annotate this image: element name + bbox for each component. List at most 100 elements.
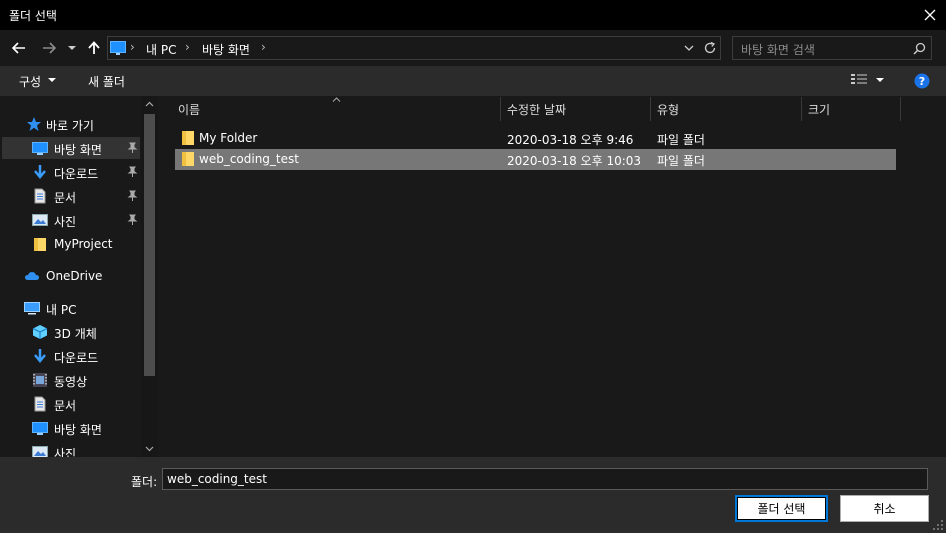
nav-scrollbar-thumb[interactable] [144, 114, 155, 376]
search-icon [913, 42, 926, 55]
nav-onedrive[interactable]: OneDrive [2, 265, 140, 287]
column-divider[interactable] [801, 97, 802, 121]
nav-label: 사진 [54, 215, 77, 229]
nav-label: MyProject [54, 237, 113, 251]
nav-item-myproject[interactable]: MyProject [2, 233, 140, 255]
address-bar[interactable]: › 내 PC › 바탕 화면 › [107, 36, 721, 60]
nav-item-pictures[interactable]: 사진 [2, 209, 140, 231]
view-options-icon[interactable] [850, 73, 868, 87]
nav-label: 다운로드 [54, 167, 99, 181]
up-arrow-icon [88, 41, 100, 54]
star-icon [27, 117, 41, 131]
nav-label: 다운로드 [54, 351, 99, 365]
column-divider[interactable] [650, 97, 651, 121]
refresh-icon[interactable] [703, 41, 717, 55]
column-header-modified[interactable]: 수정한 날짜 [507, 101, 566, 118]
nav-label: 사진 [54, 447, 77, 457]
desktop-icon [32, 422, 48, 435]
nav-label: OneDrive [46, 269, 103, 283]
download-icon [34, 349, 46, 363]
close-icon [924, 9, 936, 21]
nav-label: 바로 가기 [46, 119, 94, 133]
nav-label: 3D 개체 [54, 327, 97, 341]
file-modified: 2020-03-18 오후 10:03 [507, 154, 642, 168]
file-type: 파일 폴더 [657, 154, 705, 168]
nav-label: 동영상 [54, 375, 88, 389]
navigation-pane[interactable]: 바로 가기 바탕 화면 다운로드 문서 사진 MyProject OneDriv… [0, 96, 160, 457]
folder-icon [34, 238, 46, 251]
onedrive-cloud-icon [25, 272, 39, 280]
up-button[interactable] [84, 38, 104, 58]
column-divider[interactable] [900, 97, 901, 121]
nav-label: 내 PC [46, 303, 77, 317]
forward-arrow-icon [43, 42, 56, 54]
nav-quick-access[interactable]: 바로 가기 [2, 113, 140, 135]
nav-label: 문서 [54, 399, 77, 413]
pin-icon[interactable] [126, 214, 138, 226]
nav-item-documents[interactable]: 문서 [2, 185, 140, 207]
chevron-down-icon[interactable] [684, 45, 694, 52]
pin-icon[interactable] [126, 190, 138, 202]
nav-item-desktop[interactable]: 바탕 화면 [2, 137, 140, 159]
nav-this-pc[interactable]: 내 PC [2, 297, 140, 319]
select-folder-button[interactable]: 폴더 선택 [735, 495, 828, 522]
breadcrumb-separator: › [130, 40, 135, 54]
document-icon [34, 396, 46, 412]
recent-locations-button[interactable] [64, 38, 80, 58]
file-row[interactable]: web_coding_test 2020-03-18 오후 10:03 파일 폴… [175, 149, 896, 170]
file-row[interactable]: My Folder 2020-03-18 오후 9:46 파일 폴더 [175, 128, 896, 149]
folder-name-input[interactable] [162, 468, 928, 490]
nav-label: 바탕 화면 [54, 423, 102, 437]
pin-icon[interactable] [126, 142, 138, 154]
file-name: web_coding_test [199, 152, 299, 166]
column-header-size[interactable]: 크기 [808, 101, 830, 118]
nav-item-pc-pictures[interactable]: 사진 [2, 441, 140, 457]
chevron-down-icon [68, 46, 76, 50]
nav-item-downloads[interactable]: 다운로드 [2, 161, 140, 183]
breadcrumb-separator: › [261, 40, 266, 54]
desktop-icon [110, 41, 126, 55]
column-header-type[interactable]: 유형 [657, 101, 679, 118]
back-button[interactable] [9, 38, 29, 58]
nav-item-pc-documents[interactable]: 문서 [2, 393, 140, 415]
download-icon [34, 165, 46, 179]
file-type: 파일 폴더 [657, 133, 705, 147]
pin-icon[interactable] [126, 166, 138, 178]
cancel-button[interactable]: 취소 [840, 495, 929, 522]
folder-icon [182, 152, 194, 166]
search-box[interactable]: 바탕 화면 검색 [732, 36, 932, 60]
svg-text:?: ? [919, 75, 925, 88]
3d-objects-icon [32, 325, 48, 339]
organize-menu[interactable]: 구성 [19, 73, 41, 90]
pictures-icon [32, 214, 48, 226]
column-divider[interactable] [500, 97, 501, 121]
new-folder-button[interactable]: 새 폴더 [88, 73, 125, 90]
back-arrow-icon [12, 42, 25, 54]
nav-item-3d-objects[interactable]: 3D 개체 [2, 321, 140, 343]
computer-icon [24, 302, 40, 315]
resize-grip-icon[interactable] [932, 519, 944, 531]
folder-icon [182, 131, 194, 145]
file-name: My Folder [199, 131, 258, 145]
nav-item-pc-downloads[interactable]: 다운로드 [2, 345, 140, 367]
chevron-down-icon[interactable] [876, 78, 884, 83]
document-icon [34, 188, 46, 204]
nav-label: 문서 [54, 191, 77, 205]
nav-item-pc-desktop[interactable]: 바탕 화면 [2, 417, 140, 439]
window-title: 폴더 선택 [9, 9, 57, 23]
breadcrumb-desktop[interactable]: 바탕 화면 [202, 41, 250, 58]
video-icon [33, 373, 47, 387]
column-header-name[interactable]: 이름 [178, 101, 200, 118]
scroll-down-icon[interactable] [145, 446, 154, 452]
nav-item-videos[interactable]: 동영상 [2, 369, 140, 391]
pictures-icon [32, 446, 48, 457]
forward-button[interactable] [39, 38, 59, 58]
folder-field-label: 폴더: [131, 475, 158, 489]
desktop-icon [32, 142, 48, 155]
close-button[interactable] [914, 0, 946, 30]
scroll-up-icon[interactable] [145, 101, 154, 107]
breadcrumb-this-pc[interactable]: 내 PC [146, 41, 176, 58]
help-icon[interactable]: ? [914, 73, 930, 89]
chevron-down-icon [48, 78, 56, 82]
nav-label: 바탕 화면 [54, 143, 102, 157]
